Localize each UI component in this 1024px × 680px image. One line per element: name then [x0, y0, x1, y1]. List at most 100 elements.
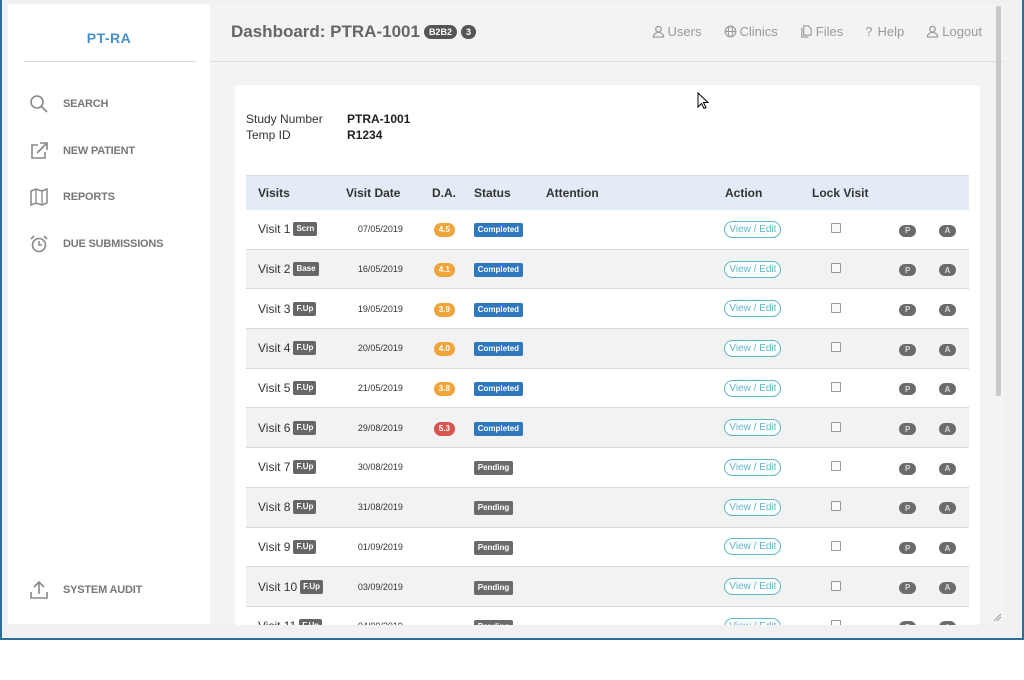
a-cell: A — [939, 301, 969, 316]
lock-visit-checkbox[interactable] — [831, 263, 842, 274]
status-cell: Completed — [466, 261, 544, 278]
table-row: Visit 9 F.Up 01/09/2019 Pending View / Edit P… — [246, 528, 969, 568]
visit-cell: Visit 10 F.Up — [246, 579, 346, 594]
alarm-clock-icon — [28, 233, 50, 255]
view-edit-button[interactable]: View / Edit — [724, 498, 782, 516]
lock-visit-checkbox[interactable] — [831, 580, 842, 591]
p-button[interactable]: P — [899, 303, 917, 316]
view-edit-button[interactable]: View / Edit — [724, 260, 782, 278]
lock-visit-checkbox[interactable] — [831, 382, 842, 393]
p-button[interactable]: P — [899, 502, 917, 515]
nav-clinics[interactable]: Clinics — [724, 24, 778, 39]
p-button[interactable]: P — [899, 383, 917, 396]
scrollbar[interactable] — [996, 6, 1001, 396]
view-edit-button[interactable]: View / Edit — [724, 220, 782, 238]
visit-date: 29/08/2019 — [357, 422, 403, 433]
p-cell: P — [899, 341, 939, 356]
a-button[interactable]: A — [939, 621, 957, 625]
view-edit-button[interactable]: View / Edit — [724, 458, 782, 476]
da-score-badge: 3.9 — [433, 302, 455, 317]
visit-cell: Visit 4 F.Up — [246, 341, 346, 356]
lock-visit-checkbox[interactable] — [831, 620, 842, 625]
brand-logo[interactable]: PT-RA — [8, 30, 210, 46]
mouse-cursor-icon — [697, 92, 709, 110]
status-cell: Pending — [466, 618, 544, 625]
map-icon — [28, 186, 50, 208]
p-button[interactable]: P — [899, 542, 917, 555]
view-edit-button[interactable]: View / Edit — [724, 300, 782, 318]
p-button[interactable]: P — [899, 423, 917, 436]
visit-cell: Visit 7 F.Up — [246, 460, 346, 475]
a-button[interactable]: A — [939, 581, 957, 594]
col-attention: Attention — [546, 186, 599, 200]
view-edit-button[interactable]: View / Edit — [724, 617, 782, 625]
lock-visit-checkbox[interactable] — [831, 540, 842, 551]
view-edit-button[interactable]: View / Edit — [724, 339, 782, 357]
col-lock-visit: Lock Visit — [812, 186, 869, 200]
p-button[interactable]: P — [899, 343, 917, 356]
lock-cell — [811, 302, 899, 316]
p-button[interactable]: P — [899, 224, 917, 237]
da-score-badge: 4.1 — [433, 263, 455, 278]
lock-visit-checkbox[interactable] — [831, 461, 842, 472]
sidebar-item-search[interactable]: SEARCH — [28, 92, 108, 116]
a-button[interactable]: A — [939, 303, 957, 316]
study-number-label: Study Number — [246, 112, 323, 126]
temp-id-row: Temp ID R1234 — [246, 128, 382, 142]
view-edit-button[interactable]: View / Edit — [724, 419, 782, 437]
lock-visit-checkbox[interactable] — [831, 223, 842, 234]
a-button[interactable]: A — [939, 423, 957, 436]
sidebar-item-reports[interactable]: REPORTS — [28, 185, 115, 209]
status-cell: Pending — [466, 539, 544, 555]
view-edit-button[interactable]: View / Edit — [724, 578, 782, 596]
view-edit-button[interactable]: View / Edit — [724, 538, 782, 556]
nav-help[interactable]: ? Help — [865, 24, 904, 39]
da-score-badge: 3.8 — [433, 382, 455, 397]
nav-files[interactable]: Files — [800, 24, 843, 39]
lock-cell — [811, 262, 899, 276]
resize-grip-icon[interactable] — [992, 612, 1002, 622]
da-cell: 5.3 — [422, 420, 466, 436]
da-score-badge: 4.5 — [433, 223, 455, 238]
app-window: PT-RA SEARCH NEW PATIENT REPORTS DUE SUB — [0, 0, 1024, 640]
lock-visit-checkbox[interactable] — [831, 421, 842, 432]
globe-icon — [724, 25, 736, 38]
a-button[interactable]: A — [939, 542, 957, 555]
table-header: Visits Visit Date D.A. Status Attention … — [246, 175, 969, 210]
a-button[interactable]: A — [939, 502, 957, 515]
visit-type-tag: F.Up — [299, 619, 323, 625]
lock-visit-checkbox[interactable] — [831, 342, 842, 353]
a-button[interactable]: A — [939, 343, 957, 356]
sidebar-item-due-submissions[interactable]: DUE SUBMISSIONS — [28, 232, 163, 256]
table-row: Visit 8 F.Up 31/08/2019 Pending View / Edit P… — [246, 487, 969, 528]
visit-cell: Visit 5 F.Up — [246, 381, 346, 396]
a-button[interactable]: A — [939, 462, 957, 475]
status-cell: Pending — [466, 459, 544, 476]
visit-type-tag: F.Up — [300, 579, 324, 594]
a-button[interactable]: A — [939, 383, 957, 396]
view-edit-button[interactable]: View / Edit — [724, 379, 782, 397]
visit-name: Visit 11 — [258, 619, 296, 625]
nav-users[interactable]: Users — [652, 24, 702, 39]
p-button[interactable]: P — [899, 264, 917, 277]
visit-type-tag: F.Up — [293, 381, 317, 396]
action-cell: View / Edit — [724, 260, 811, 278]
upload-icon — [28, 579, 50, 601]
temp-id-value: R1234 — [347, 128, 383, 142]
visit-name: Visit 8 — [258, 500, 291, 515]
lock-visit-checkbox[interactable] — [831, 501, 842, 512]
p-cell: P — [899, 421, 939, 436]
sidebar-item-new-patient[interactable]: NEW PATIENT — [28, 139, 135, 163]
lock-visit-checkbox[interactable] — [831, 302, 842, 313]
p-button[interactable]: P — [899, 581, 917, 594]
p-button[interactable]: P — [899, 621, 917, 625]
p-button[interactable]: P — [899, 462, 917, 475]
sidebar-item-system-audit[interactable]: SYSTEM AUDIT — [28, 578, 142, 602]
nav-logout[interactable]: Logout — [926, 24, 982, 39]
sidebar-item-label: SEARCH — [63, 98, 109, 110]
da-score-badge: 5.3 — [433, 421, 455, 436]
a-button[interactable]: A — [939, 264, 957, 277]
a-button[interactable]: A — [939, 224, 957, 237]
table-row: Visit 11F.Up04/09/2019PendingView / Edit… — [246, 607, 969, 625]
a-cell: A — [939, 222, 969, 237]
